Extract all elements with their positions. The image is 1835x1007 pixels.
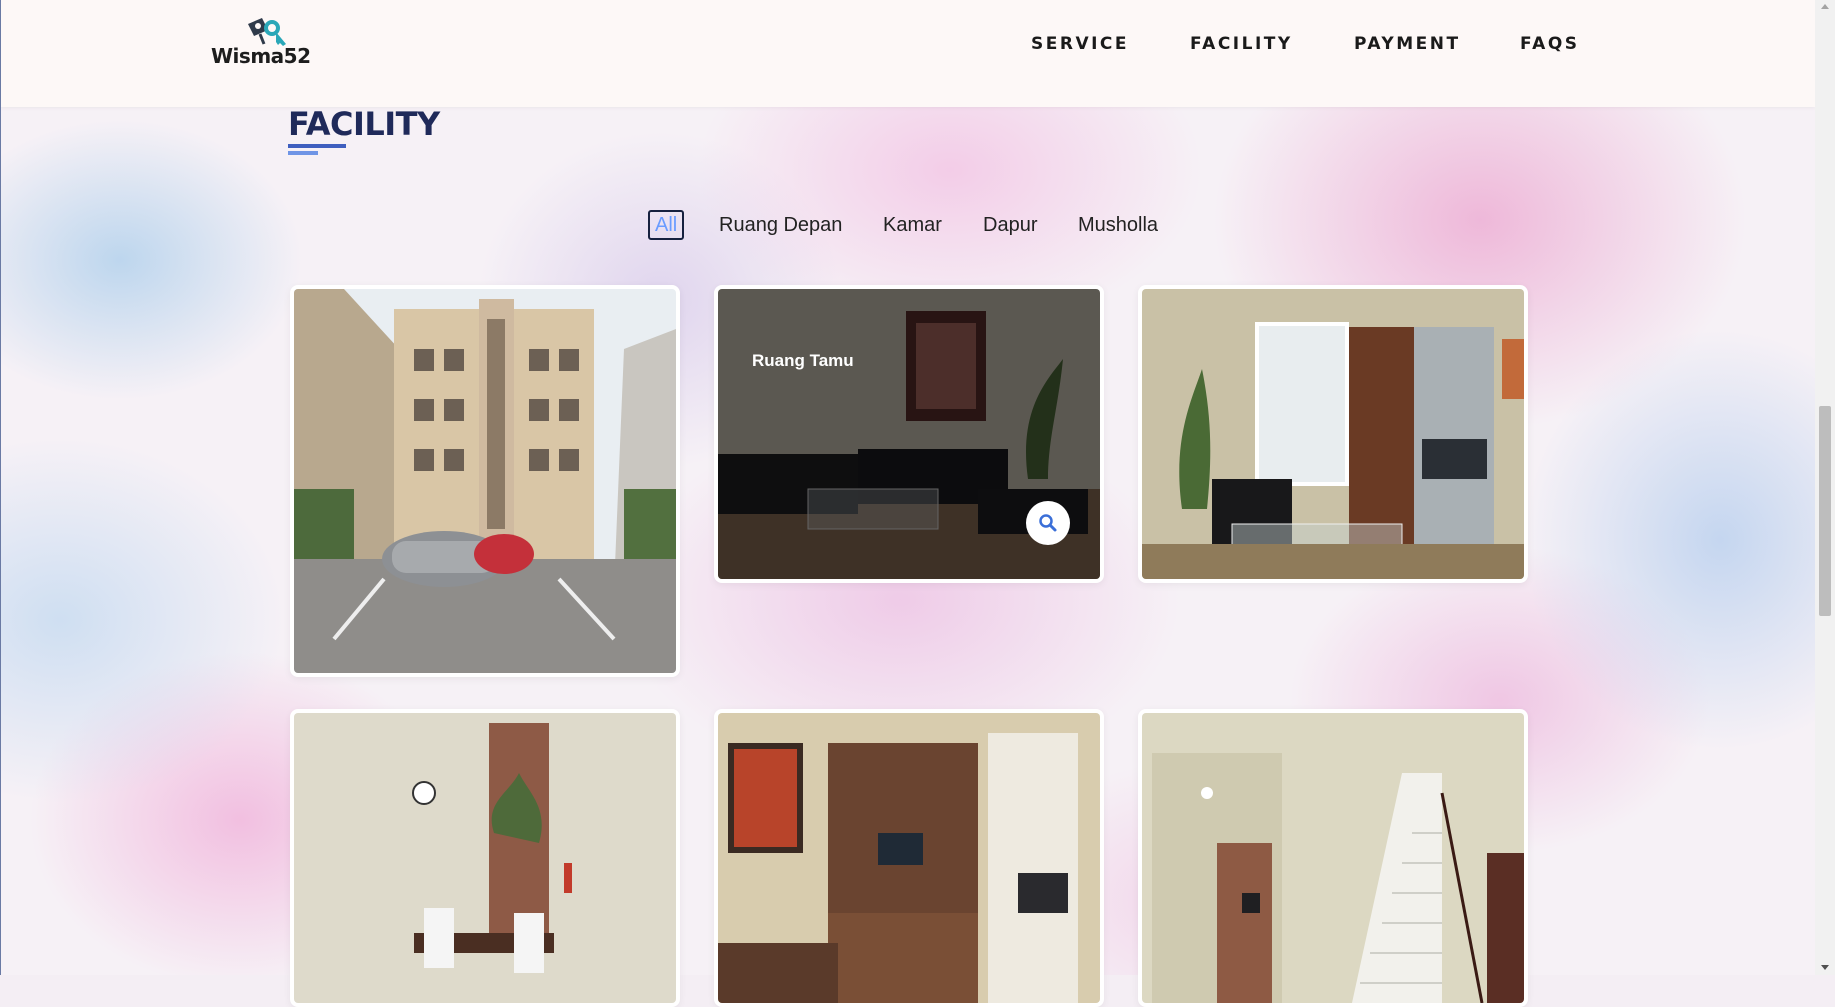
hallway-photo — [1142, 713, 1524, 1003]
nav-link-payment[interactable]: PAYMENT — [1354, 34, 1461, 54]
scroll-thumb[interactable] — [1819, 406, 1831, 616]
nav-link-faqs[interactable]: FAQS — [1520, 34, 1580, 54]
scroll-down-arrow-icon[interactable] — [1821, 965, 1829, 970]
window-border — [0, 0, 1, 975]
zoom-button[interactable] — [1026, 501, 1070, 545]
filter-all[interactable]: All — [648, 210, 685, 240]
filter-musholla[interactable]: Musholla — [1078, 210, 1158, 240]
lounge-photo — [1142, 289, 1524, 579]
scroll-up-arrow-icon[interactable] — [1821, 4, 1829, 9]
title-underline — [288, 144, 346, 148]
tv-room-photo — [718, 713, 1100, 1003]
gallery-item-dining[interactable] — [290, 709, 680, 1007]
brand-logo[interactable]: Wisma52 — [208, 14, 318, 74]
gallery-caption: Ruang Tamu — [752, 351, 854, 370]
brand-name: Wisma52 — [211, 44, 311, 68]
search-icon — [1039, 514, 1057, 532]
gallery-item-ruang-tamu[interactable]: Ruang Tamu — [714, 285, 1104, 583]
title-underline-accent — [288, 151, 318, 155]
gallery-item-lounge[interactable] — [1138, 285, 1528, 583]
section-title: FACILITY — [288, 105, 440, 143]
nav-link-service[interactable]: SERVICE — [1031, 34, 1129, 54]
site-header: Wisma52 SERVICE FACILITY PAYMENT FAQS — [0, 0, 1815, 107]
page-scrollbar[interactable] — [1815, 0, 1835, 975]
dining-photo — [294, 713, 676, 1003]
filter-kamar[interactable]: Kamar — [883, 210, 942, 240]
gallery-item-tv-room[interactable] — [714, 709, 1104, 1007]
filter-ruang-depan[interactable]: Ruang Depan — [719, 210, 842, 240]
filter-dapur[interactable]: Dapur — [983, 210, 1037, 240]
gallery-item-building[interactable] — [290, 285, 680, 677]
gallery-item-hallway[interactable] — [1138, 709, 1528, 1007]
nav-link-facility[interactable]: FACILITY — [1190, 34, 1293, 54]
building-photo — [294, 289, 676, 673]
